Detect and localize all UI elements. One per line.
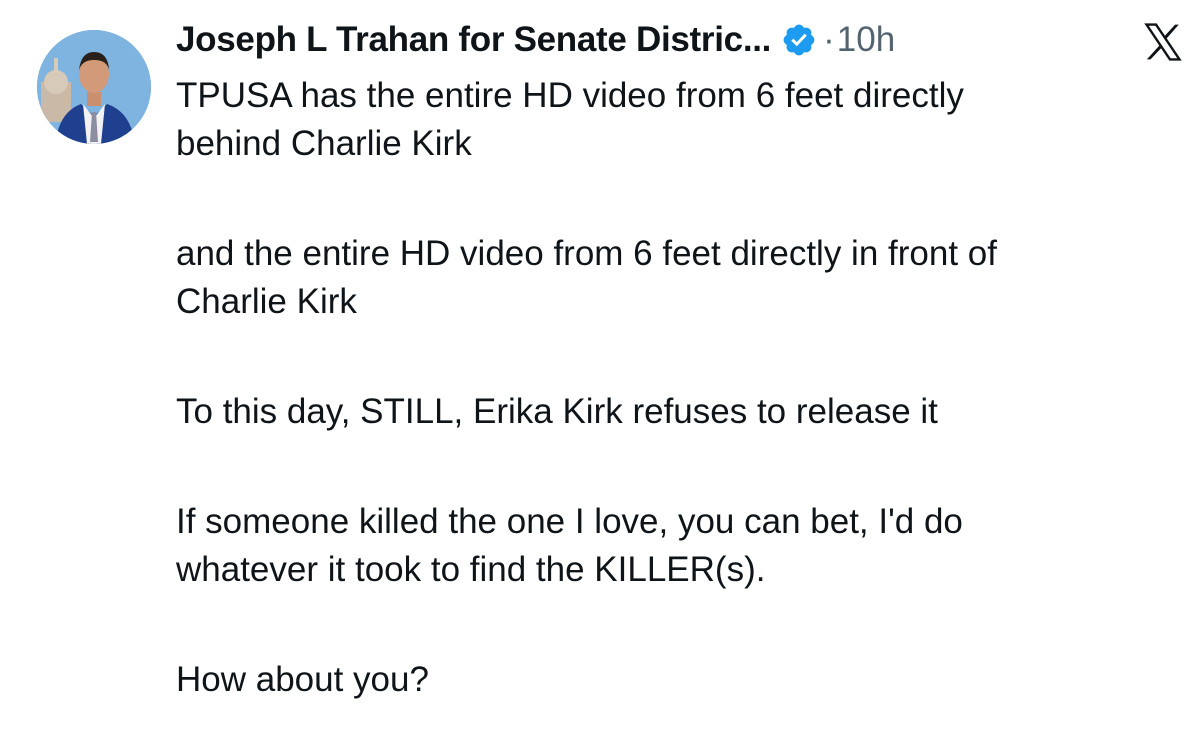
separator-dot: · [823,20,835,59]
post-paragraph: To this day, STILL, Erika Kirk refuses t… [176,388,1196,436]
post-card: Joseph L Trahan for Senate Distric... · … [0,0,1200,741]
post-timestamp[interactable]: 10h [837,20,895,60]
x-logo-icon [1140,20,1186,64]
post-header: Joseph L Trahan for Senate Distric... · … [176,14,895,66]
text-line: and the entire HD video from 6 feet dire… [176,234,997,273]
post-paragraph: TPUSA has the entire HD video from 6 fee… [176,72,1196,168]
text-line: If someone killed the one I love, you ca… [176,502,963,541]
text-line: behind Charlie Kirk [176,124,472,163]
text-line: To this day, STILL, Erika Kirk refuses t… [176,392,938,431]
verified-badge-icon [781,22,817,58]
text-line: Charlie Kirk [176,282,357,321]
post-paragraph: How about you? [176,656,1196,704]
avatar[interactable] [37,30,151,144]
post-text: TPUSA has the entire HD video from 6 fee… [176,72,1196,704]
author-name[interactable]: Joseph L Trahan for Senate Distric... [176,20,771,60]
post-paragraph: If someone killed the one I love, you ca… [176,498,1196,594]
post-paragraph: and the entire HD video from 6 feet dire… [176,230,1196,326]
text-line: How about you? [176,660,429,699]
text-line: TPUSA has the entire HD video from 6 fee… [176,76,964,115]
text-line: whatever it took to find the KILLER(s). [176,550,766,589]
